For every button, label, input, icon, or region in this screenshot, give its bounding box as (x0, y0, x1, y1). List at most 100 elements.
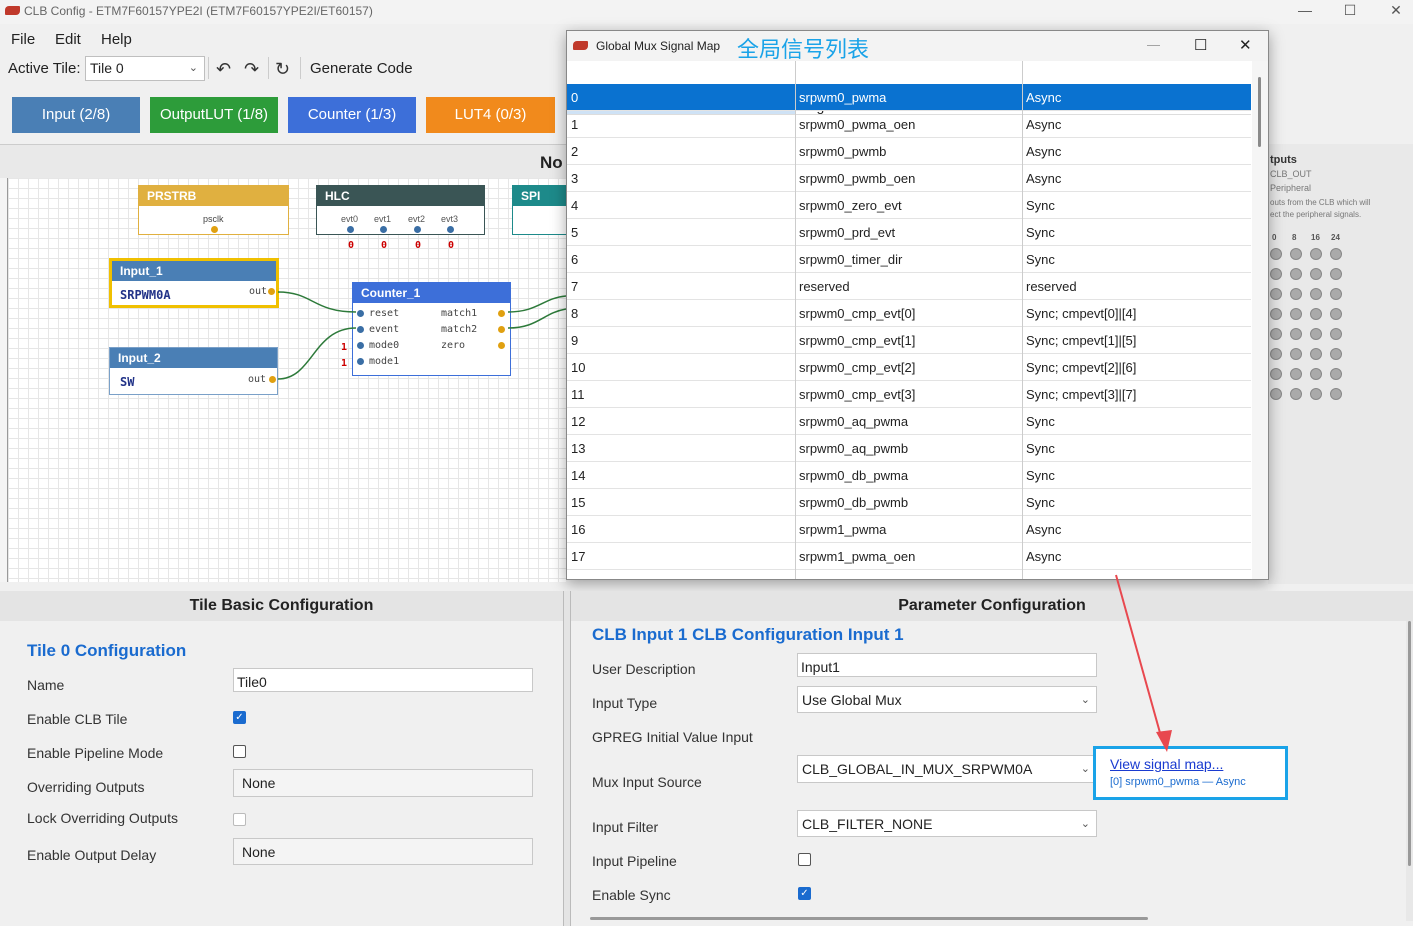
output-dot[interactable] (1290, 308, 1302, 320)
table-row[interactable]: 8 srpwm0_cmp_evt[0] Sync; cmpevt[0]|[4] (567, 300, 1251, 327)
active-tile-select[interactable]: Tile 0 ⌄ (85, 56, 205, 81)
output-dot[interactable] (1310, 308, 1322, 320)
menu-file[interactable]: File (11, 31, 35, 48)
output-dot[interactable] (1330, 248, 1342, 260)
output-dot[interactable] (1310, 368, 1322, 380)
palette-lut4-button[interactable]: LUT4 (0/3) (426, 97, 555, 133)
menu-edit[interactable]: Edit (55, 31, 81, 48)
table-row[interactable]: 11 srpwm0_cmp_evt[3] Sync; cmpevt[3]|[7] (567, 381, 1251, 408)
output-dot[interactable] (1290, 368, 1302, 380)
output-dot[interactable] (1330, 288, 1342, 300)
table-scrollbar[interactable] (1252, 61, 1268, 579)
input-filter-value: CLB_FILTER_NONE (802, 816, 933, 832)
param-scrollbar[interactable] (1406, 621, 1413, 921)
output-dot[interactable] (1310, 328, 1322, 340)
table-row[interactable]: 12 srpwm0_aq_pwma Sync (567, 408, 1251, 435)
output-delay-field[interactable]: None (233, 838, 533, 865)
output-dot[interactable] (1310, 348, 1322, 360)
table-row[interactable]: 14 srpwm0_db_pwma Sync (567, 462, 1251, 489)
dialog-maximize-button[interactable]: ☐ (1194, 36, 1207, 54)
canvas-header: No (0, 144, 566, 178)
table-row[interactable]: 7 reserved reserved (567, 273, 1251, 300)
menu-help[interactable]: Help (101, 31, 132, 48)
enable-clb-tile-checkbox[interactable]: ✓ (233, 711, 246, 724)
output-dot[interactable] (1290, 248, 1302, 260)
outputs-label: Peripheral (1270, 183, 1312, 193)
output-dot[interactable] (1270, 308, 1282, 320)
param-scrollbar-thumb[interactable] (1408, 621, 1411, 866)
output-dot[interactable] (1290, 328, 1302, 340)
output-dot[interactable] (1330, 328, 1342, 340)
output-dot[interactable] (1290, 288, 1302, 300)
table-row[interactable]: 16 srpwm1_pwma Async (567, 516, 1251, 543)
output-dot[interactable] (1330, 388, 1342, 400)
name-input[interactable]: Tile0 (233, 668, 533, 692)
lock-overriding-checkbox[interactable] (233, 813, 246, 826)
palette-counter-button[interactable]: Counter (1/3) (288, 97, 416, 133)
cell-index: 10 (571, 360, 586, 375)
output-dot[interactable] (1270, 368, 1282, 380)
output-dot[interactable] (1310, 248, 1322, 260)
output-dot[interactable] (1270, 348, 1282, 360)
output-dot[interactable] (1290, 268, 1302, 280)
cell-index: 17 (571, 549, 586, 564)
dialog-close-button[interactable]: ✕ (1239, 36, 1252, 54)
overriding-outputs-field[interactable]: None (233, 769, 533, 797)
output-dot[interactable] (1270, 388, 1282, 400)
signal-table-body[interactable]: 0 srpwm0_pwma Async 1 srpwm0_pwma_oen Async 2 s… (567, 84, 1251, 579)
output-dot[interactable] (1310, 388, 1322, 400)
output-dot[interactable] (1330, 268, 1342, 280)
table-row[interactable]: 13 srpwm0_aq_pwmb Sync (567, 435, 1251, 462)
output-dot[interactable] (1310, 268, 1322, 280)
input-type-select[interactable]: Use Global Mux ⌄ (797, 686, 1097, 713)
palette-input-button[interactable]: Input (2/8) (12, 97, 140, 133)
lock-overriding-label: Lock Overriding Outputs (27, 810, 178, 826)
mux-input-source-select[interactable]: CLB_GLOBAL_IN_MUX_SRPWM0A ⌄ (797, 755, 1097, 783)
cell-signal: srpwm0_db_pwma (799, 468, 909, 483)
cell-signal: srpwm0_db_pwmb (799, 495, 909, 510)
close-button[interactable]: ✕ (1373, 0, 1413, 22)
refresh-icon[interactable]: ↻ (275, 59, 290, 80)
table-row[interactable]: 4 srpwm0_zero_evt Sync (567, 192, 1251, 219)
table-row[interactable]: 0 srpwm0_pwma Async (567, 84, 1251, 111)
param-hscrollbar-thumb[interactable] (590, 917, 1148, 920)
table-row[interactable]: 10 srpwm0_cmp_evt[2] Sync; cmpevt[2]|[6] (567, 354, 1251, 381)
design-canvas[interactable]: PRSTRB psclk HLC evt0 evt1 evt2 evt3 0 0… (8, 178, 572, 582)
panel-splitter[interactable] (563, 591, 571, 926)
table-row[interactable]: 15 srpwm0_db_pwmb Sync (567, 489, 1251, 516)
table-row[interactable]: 5 srpwm0_prd_evt Sync (567, 219, 1251, 246)
maximize-button[interactable]: ☐ (1327, 0, 1373, 22)
dialog-minimize-button[interactable]: — (1147, 37, 1160, 52)
enable-sync-checkbox[interactable]: ✓ (798, 887, 811, 900)
input-pipeline-checkbox[interactable] (798, 853, 811, 866)
generate-code-button[interactable]: Generate Code (310, 60, 413, 77)
redo-icon[interactable]: ↷ (244, 59, 259, 80)
output-dot[interactable] (1330, 348, 1342, 360)
minimize-button[interactable]: — (1282, 0, 1328, 22)
undo-icon[interactable]: ↶ (216, 59, 231, 80)
output-dot[interactable] (1270, 288, 1282, 300)
output-dot[interactable] (1330, 368, 1342, 380)
output-dot[interactable] (1330, 308, 1342, 320)
palette-outputlut-button[interactable]: OutputLUT (1/8) (150, 97, 278, 133)
cell-note: reserved (1026, 279, 1077, 294)
output-dot[interactable] (1270, 328, 1282, 340)
output-dot[interactable] (1290, 388, 1302, 400)
enable-pipeline-checkbox[interactable] (233, 745, 246, 758)
scrollbar-thumb[interactable] (1258, 77, 1261, 147)
chevron-down-icon: ⌄ (1080, 818, 1090, 830)
input-type-label: Input Type (592, 695, 658, 711)
table-row[interactable]: 1 srpwm0_pwma_oen Async (567, 111, 1251, 138)
input-filter-select[interactable]: CLB_FILTER_NONE ⌄ (797, 810, 1097, 837)
output-dot[interactable] (1290, 348, 1302, 360)
table-row[interactable]: 3 srpwm0_pwmb_oen Async (567, 165, 1251, 192)
output-dot[interactable] (1270, 268, 1282, 280)
cell-signal: srpwm0_cmp_evt[0] (799, 306, 916, 321)
user-description-input[interactable]: Input1 (797, 653, 1097, 677)
table-row[interactable]: 2 srpwm0_pwmb Async (567, 138, 1251, 165)
output-dot[interactable] (1270, 248, 1282, 260)
global-mux-signal-map-dialog[interactable]: Global Mux Signal Map 全局信号列表 — ☐ ✕ Index… (566, 30, 1269, 580)
table-row[interactable]: 6 srpwm0_timer_dir Sync (567, 246, 1251, 273)
output-dot[interactable] (1310, 288, 1322, 300)
table-row[interactable]: 9 srpwm0_cmp_evt[1] Sync; cmpevt[1]|[5] (567, 327, 1251, 354)
